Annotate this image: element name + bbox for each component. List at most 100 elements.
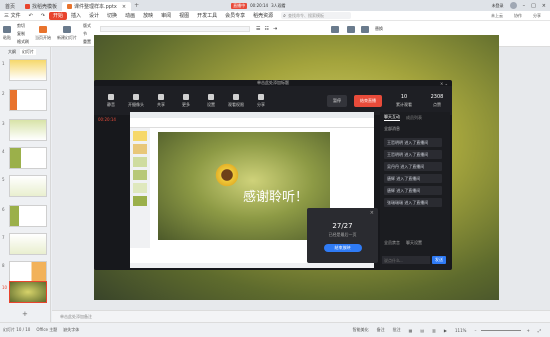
menu-item-animation[interactable]: 动画 [121,11,139,21]
redo-icon[interactable]: ↷ [37,11,49,21]
fit-window-icon[interactable]: ⤢ [535,328,544,333]
indent-icon[interactable]: ⇥ [273,26,277,32]
new-tab-icon[interactable]: + [134,2,139,9]
minimize-icon[interactable]: – [523,3,526,9]
reset-button[interactable]: 重置 [83,39,91,45]
paste-icon [3,26,11,33]
slide-thumbnail[interactable] [9,205,47,227]
share-screen-button[interactable]: 共享 [150,93,172,108]
mute-label: 静音 [107,101,115,107]
chat-filter[interactable]: 全部消息 [380,123,450,135]
replace-button[interactable]: 替换 [375,26,383,32]
missing-font-button[interactable]: 缺失字体 [60,327,82,333]
play-from-current-button[interactable]: 当页开始 [32,21,54,47]
menu-item-transition[interactable]: 切换 [103,11,121,21]
comments-toggle[interactable]: 批注 [390,327,404,333]
menu-item-review[interactable]: 审阅 [157,11,175,21]
close-icon[interactable]: × [122,4,126,10]
menu-item-insert[interactable]: 插入 [67,11,85,21]
chat-input[interactable] [382,256,430,264]
tab-slides[interactable]: 幻灯片 [20,48,36,55]
camera-button[interactable]: 开摄像头 [125,93,147,108]
chat-panel: 聊天互动 成员列表 全部消息 王哲明明 进入了直播间 王哲明明 进入了直播间 吴… [380,112,450,270]
paste-button[interactable]: 粘贴 [0,21,14,47]
preview-sunflower [214,162,240,188]
tab-members[interactable]: 成员列表 [406,115,422,121]
gear-icon [208,93,214,100]
slide-thumbnail[interactable] [9,59,47,81]
share-button[interactable]: 分享 [530,13,544,19]
bullet-list-icon[interactable]: ☰ [256,26,260,32]
slide-thumbnail[interactable] [9,119,47,141]
maximize-icon[interactable]: □ [531,3,536,9]
shape-icon [347,26,355,33]
slide-thumbnail[interactable] [9,89,47,111]
normal-view-icon[interactable]: ▦ [406,328,416,333]
menu-item-design[interactable]: 设计 [85,11,103,21]
slideshow-play-icon[interactable]: ▶ [441,328,450,333]
reading-view-icon[interactable]: ▥ [429,328,439,333]
undo-icon[interactable]: ↶ [25,11,37,21]
smart-beautify-button[interactable]: 智能美化 [350,327,372,333]
login-status[interactable]: 未登录 [492,3,504,9]
menu-item-home[interactable]: 开始 [49,11,68,20]
search-box[interactable]: ⌕ 查找命令、搜索模板 [281,12,352,19]
menu-item-view[interactable]: 视图 [175,11,193,21]
zoom-out-icon[interactable]: – [471,328,479,333]
section-button[interactable]: 节 [83,31,91,37]
pause-button[interactable]: 暂停 [327,94,347,107]
layout-button[interactable]: 版式 [83,23,91,29]
slide-thumbnail[interactable] [9,233,47,255]
cut-button[interactable]: 剪切 [17,23,29,29]
format-painter-button[interactable]: 格式刷 [17,39,29,45]
panel-tabs: 大纲 幻灯片 [0,47,50,56]
notes-area[interactable]: 单击此处添加备注 [52,310,550,322]
number-list-icon[interactable]: ☷ [264,26,268,32]
new-slide-button[interactable]: 新建幻灯片 [54,21,80,47]
copy-button[interactable]: 复制 [17,31,29,37]
notes-toggle[interactable]: 备注 [374,327,388,333]
menu-file[interactable]: 三 文件 [0,11,25,21]
menu-item-developer[interactable]: 开发工具 [193,11,221,21]
font-family-select[interactable] [100,26,250,32]
live-window-title: 单击此处添加标题 [257,80,289,85]
add-slide-icon[interactable]: + [22,310,28,318]
popup-close-icon[interactable]: × [370,210,374,216]
sorter-view-icon[interactable]: ▤ [417,328,427,333]
tab-label: 课件整理样本.pptx [74,4,117,10]
tab-chat[interactable]: 聊天互动 [384,114,400,121]
mute-all-toggle[interactable]: 全员禁言 [384,240,400,246]
send-button[interactable]: 发送 [432,256,446,264]
preview-thumb [133,183,147,193]
window-close-icon[interactable]: × [542,3,546,9]
avatar[interactable] [509,2,517,9]
end-live-button[interactable]: 结束直播 [354,94,382,107]
tab-outline[interactable]: 大纲 [8,49,16,55]
collaborate-button[interactable]: 协作 [511,13,525,19]
chat-input-row: 发送 [382,256,448,264]
chat-settings-button[interactable]: 聊天设置 [406,240,422,246]
slide-thumbnail[interactable] [9,175,47,197]
zoom-slider[interactable] [481,329,522,331]
cloud-status[interactable]: 未上云 [488,13,506,19]
menu-item-docer[interactable]: 稻壳资源 [249,11,277,21]
live-time: 00:20:14 [250,3,269,8]
mute-button[interactable]: 静音 [100,93,122,108]
permission-label: 观看权限 [228,101,244,107]
slide-thumbnail-current[interactable] [9,281,47,303]
status-bar: 幻灯片 10 / 10 Office 主题 缺失字体 智能美化 备注 批注 ▦ … [0,322,550,337]
slide-thumbnail[interactable] [9,261,47,283]
live-window-close-icon[interactable]: × ⌄ [440,81,448,86]
zoom-level: 111% [455,327,467,333]
more-button[interactable]: 更多 [175,93,197,108]
slide-number: 5 [2,177,5,182]
menu-item-member[interactable]: 会员专享 [221,11,249,21]
settings-button[interactable]: 设置 [200,93,222,108]
live-share-button[interactable]: 分享 [250,93,272,108]
zoom-in-icon[interactable]: + [523,328,532,333]
slide-thumbnail[interactable] [9,147,47,169]
viewer-count: 3人观看 [271,2,286,8]
menu-item-slideshow[interactable]: 放映 [139,11,157,21]
end-slideshow-button[interactable]: 结束放映 [323,244,362,252]
permission-button[interactable]: 观看权限 [225,93,247,108]
